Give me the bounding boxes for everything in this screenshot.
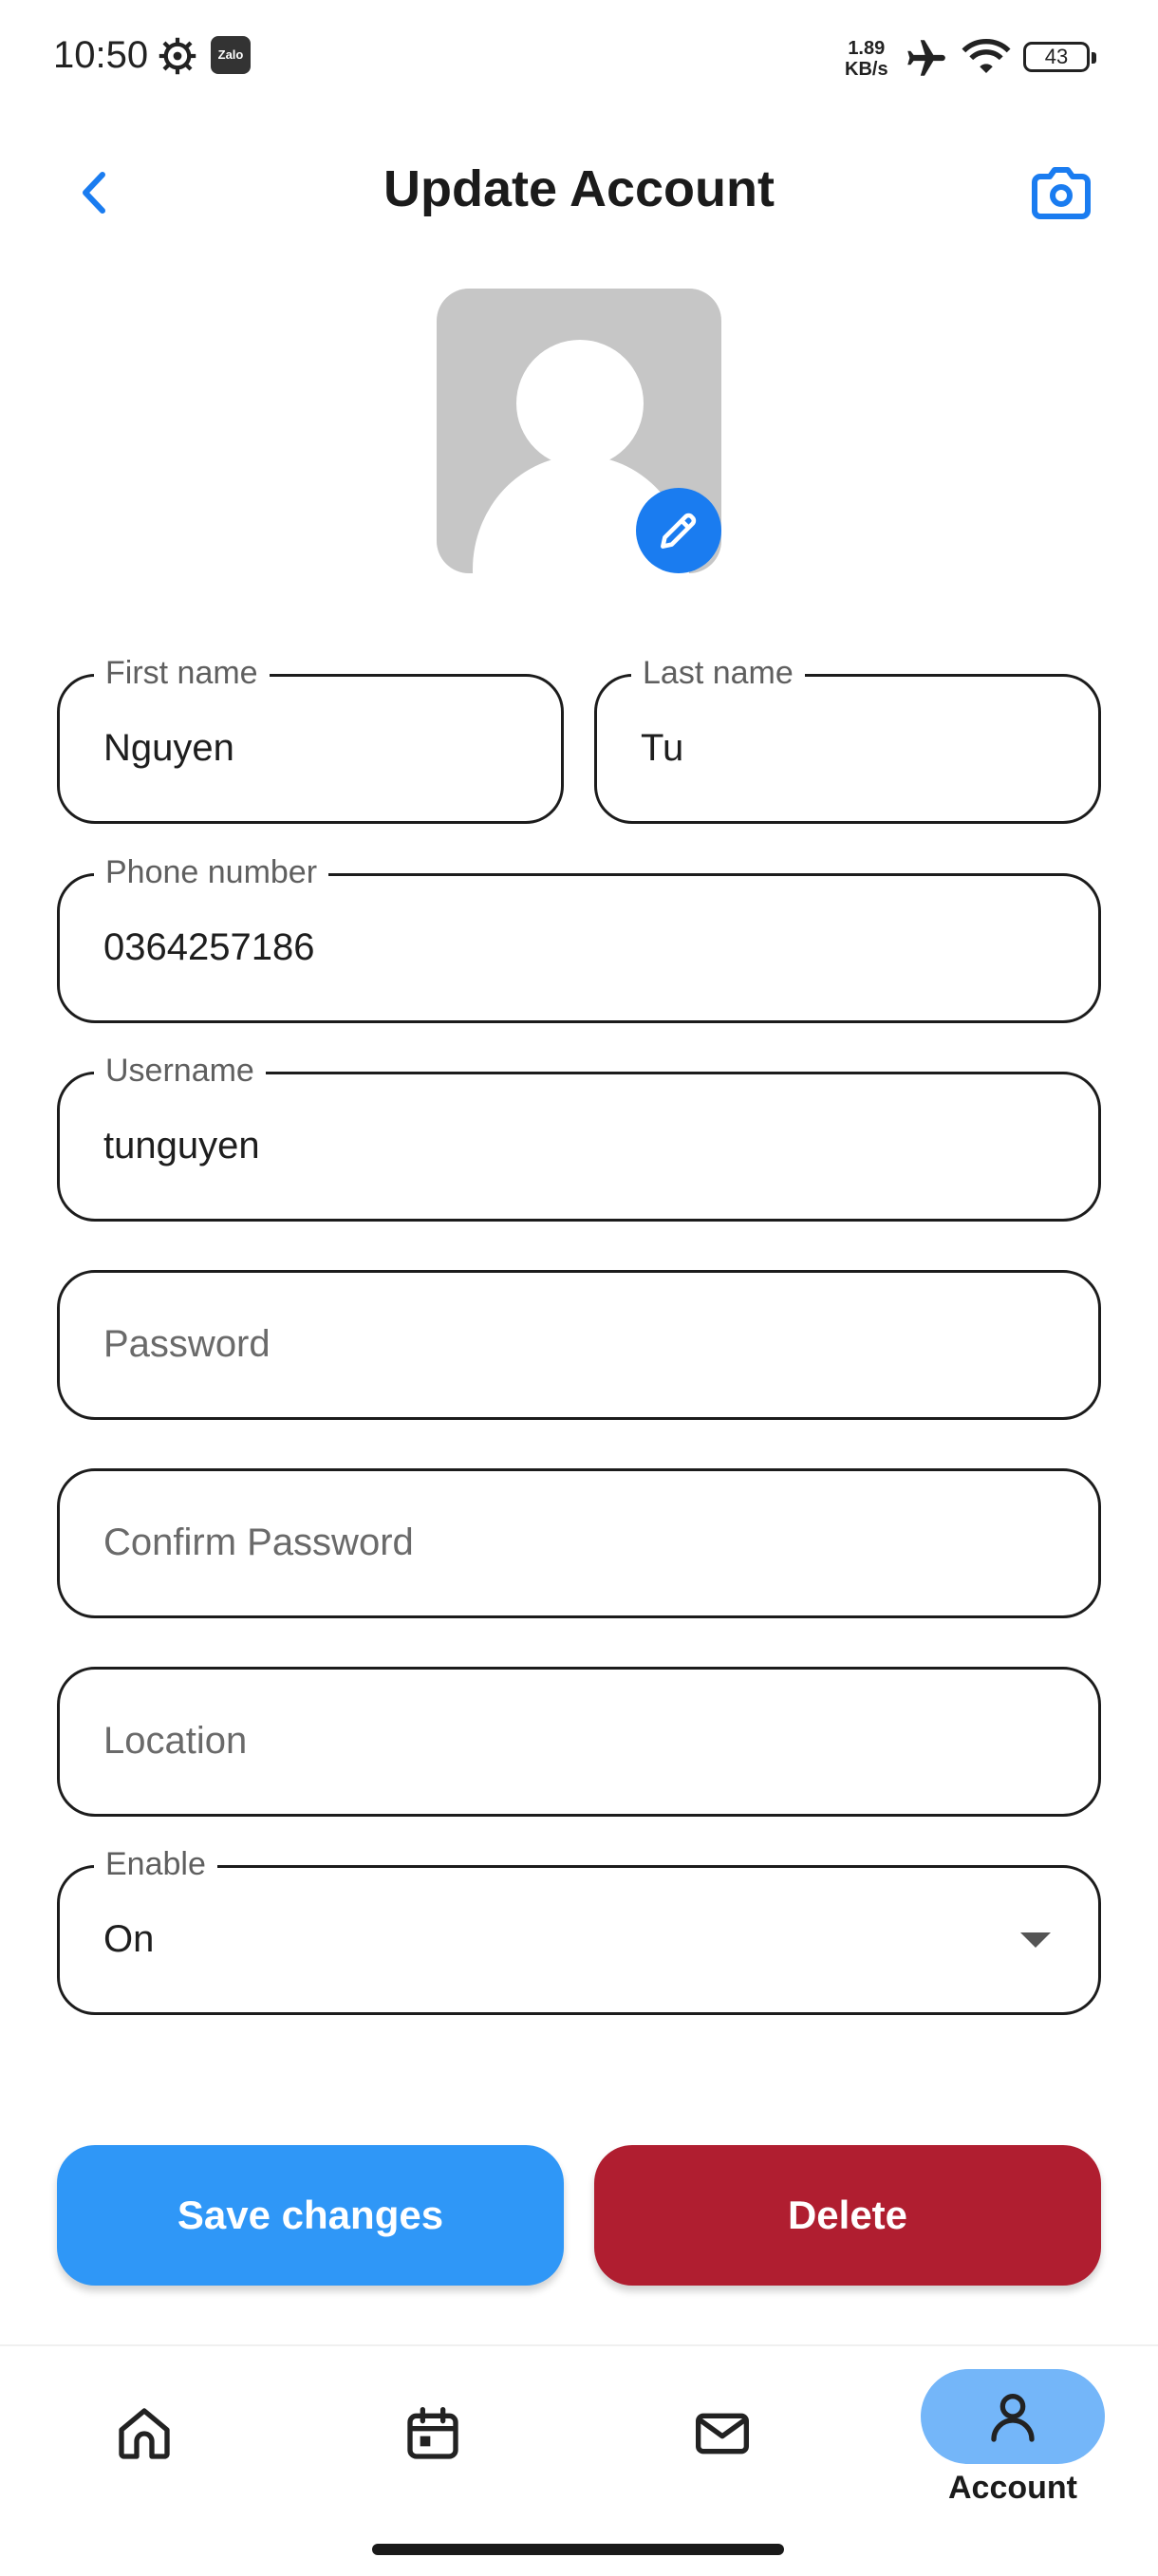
- page-title: Update Account: [383, 160, 775, 217]
- last-name-field[interactable]: Last name Tu: [594, 654, 1101, 824]
- confirm-password-field[interactable]: Confirm Password: [57, 1468, 1101, 1618]
- airplane-mode-icon: [907, 40, 945, 76]
- delete-button[interactable]: Delete: [594, 2145, 1101, 2286]
- last-name-label: Last name: [631, 654, 805, 692]
- confirm-password-placeholder: Confirm Password: [103, 1521, 414, 1563]
- settings-gear-icon: [159, 37, 196, 75]
- last-name-value: Tu: [641, 727, 684, 769]
- account-icon: [991, 2394, 1035, 2442]
- dropdown-arrow-icon[interactable]: [1020, 1932, 1051, 1948]
- first-name-field[interactable]: First name Nguyen: [57, 654, 564, 824]
- location-field[interactable]: Location: [57, 1667, 1101, 1817]
- status-bar: 10:50 Zalo 1.89 KB/s 43: [0, 0, 1158, 114]
- phone-number-value: 0364257186: [103, 926, 315, 968]
- enable-value: On: [103, 1918, 155, 1960]
- calendar-icon: [407, 2407, 458, 2459]
- avatar-placeholder-head: [516, 340, 644, 467]
- home-indicator: [372, 2544, 784, 2555]
- location-placeholder: Location: [103, 1720, 248, 1762]
- phone-number-field[interactable]: Phone number 0364257186: [57, 853, 1101, 1023]
- username-label: Username: [94, 1052, 266, 1090]
- home-icon: [119, 2408, 170, 2459]
- nav-item-account[interactable]: [921, 2369, 1105, 2464]
- bottom-navigation: Account: [0, 2344, 1158, 2576]
- network-speed-unit: KB/s: [845, 59, 888, 80]
- nav-item-calendar[interactable]: [319, 2346, 547, 2536]
- status-time: 10:50: [53, 34, 149, 76]
- nav-item-messages[interactable]: [608, 2346, 836, 2536]
- mail-icon: [696, 2413, 749, 2455]
- edit-avatar-button[interactable]: [636, 488, 721, 573]
- password-placeholder: Password: [103, 1323, 271, 1365]
- nav-item-home[interactable]: [30, 2346, 258, 2536]
- battery-indicator: 43: [1023, 42, 1096, 72]
- zalo-app-icon: Zalo: [211, 36, 251, 74]
- phone-number-label: Phone number: [94, 853, 329, 891]
- username-value: tunguyen: [103, 1125, 260, 1167]
- password-field[interactable]: Password: [57, 1270, 1101, 1420]
- camera-icon[interactable]: [1027, 159, 1095, 226]
- pencil-icon: [661, 513, 697, 549]
- enable-select[interactable]: Enable On: [57, 1845, 1101, 2015]
- network-speed-value: 1.89: [848, 38, 886, 59]
- first-name-label: First name: [94, 654, 270, 692]
- nav-account-label: Account: [948, 2470, 1077, 2506]
- enable-label: Enable: [94, 1845, 217, 1883]
- first-name-value: Nguyen: [103, 727, 234, 769]
- network-speed: 1.89 KB/s: [845, 38, 888, 80]
- save-changes-button[interactable]: Save changes: [57, 2145, 564, 2286]
- username-field[interactable]: Username tunguyen: [57, 1052, 1101, 1222]
- wifi-icon: [962, 39, 1011, 73]
